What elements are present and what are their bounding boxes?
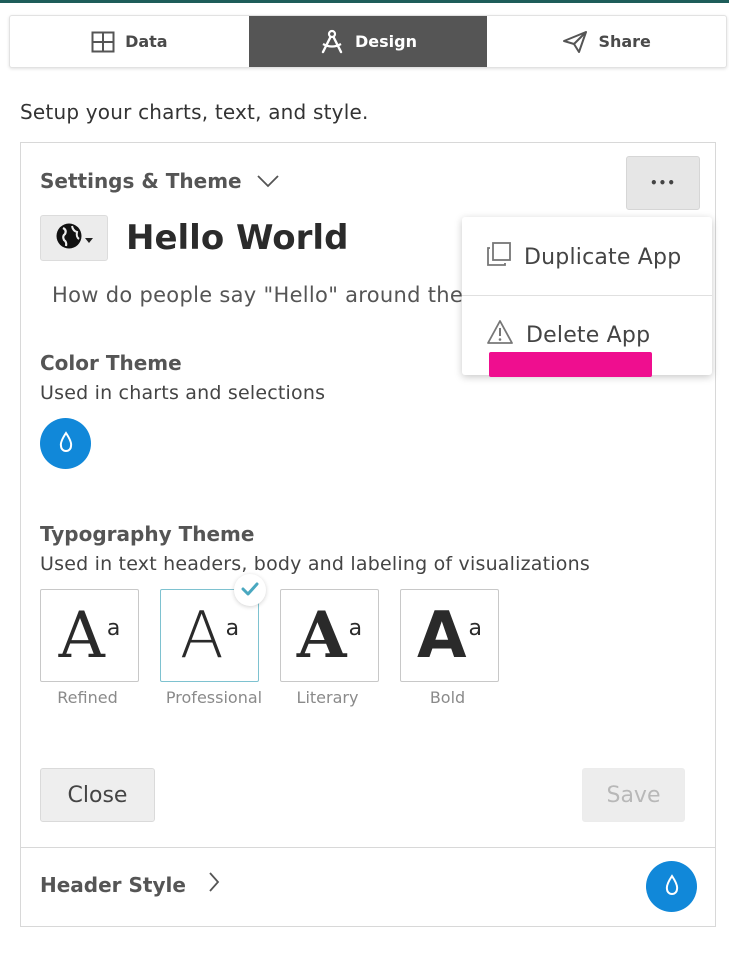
app-description[interactable]: How do people say "Hello" around the wor… bbox=[52, 283, 472, 307]
settings-title: Settings & Theme bbox=[40, 169, 242, 193]
close-button[interactable]: Close bbox=[40, 768, 155, 822]
typography-option-literary[interactable]: A a bbox=[280, 589, 379, 682]
typography-theme-subtitle: Used in text headers, body and labeling … bbox=[40, 553, 590, 575]
app-title[interactable]: Hello World bbox=[126, 218, 348, 258]
more-options-button[interactable]: ••• bbox=[626, 156, 700, 210]
glyph-small: a bbox=[468, 616, 482, 641]
tab-label: Design bbox=[355, 32, 417, 51]
color-theme-title: Color Theme bbox=[40, 351, 182, 375]
language-selector-button[interactable] bbox=[40, 215, 108, 261]
warning-icon bbox=[486, 319, 514, 351]
color-theme-subtitle: Used in charts and selections bbox=[40, 382, 326, 404]
more-icon: ••• bbox=[649, 176, 676, 190]
menu-item-label: Delete App bbox=[526, 322, 651, 348]
menu-item-label: Duplicate App bbox=[524, 244, 682, 270]
typography-label: Refined bbox=[57, 688, 118, 707]
tab-bar: Data Design Share bbox=[9, 15, 727, 68]
glyph-big: A bbox=[416, 598, 467, 673]
typography-theme-title: Typography Theme bbox=[40, 522, 255, 546]
color-theme-swatch[interactable] bbox=[40, 418, 91, 469]
droplet-icon bbox=[664, 873, 680, 900]
selected-check-badge bbox=[234, 574, 266, 606]
tab-label: Share bbox=[598, 32, 651, 51]
glyph-small: a bbox=[106, 616, 121, 641]
tab-design[interactable]: Design bbox=[248, 16, 488, 67]
top-accent-line bbox=[0, 0, 729, 3]
glyph-big: A bbox=[179, 598, 224, 673]
intro-text: Setup your charts, text, and style. bbox=[20, 100, 369, 124]
drafting-compass-icon bbox=[319, 29, 345, 55]
grid-icon bbox=[91, 31, 115, 53]
glyph-big: A bbox=[296, 597, 347, 673]
paper-plane-icon bbox=[562, 30, 588, 54]
droplet-icon bbox=[58, 430, 74, 457]
typography-label: Literary bbox=[296, 688, 359, 707]
typography-label: Professional bbox=[165, 688, 263, 707]
chevron-right-icon bbox=[208, 871, 220, 898]
section-divider bbox=[21, 847, 715, 848]
glyph-big: A bbox=[58, 598, 105, 673]
menu-separator bbox=[462, 295, 712, 296]
typography-label: Bold bbox=[429, 688, 466, 707]
check-icon bbox=[241, 581, 259, 600]
save-button[interactable]: Save bbox=[582, 768, 685, 822]
header-style-toggle[interactable]: Header Style bbox=[40, 871, 220, 898]
menu-item-duplicate-app[interactable]: Duplicate App bbox=[462, 219, 712, 295]
glyph-small: a bbox=[348, 616, 363, 641]
header-style-title: Header Style bbox=[40, 872, 186, 897]
globe-icon bbox=[55, 222, 83, 254]
settings-theme-toggle[interactable]: Settings & Theme bbox=[40, 169, 280, 193]
caret-down-icon bbox=[85, 229, 93, 248]
header-style-color-swatch[interactable] bbox=[646, 861, 697, 912]
typography-option-bold[interactable]: A a bbox=[400, 589, 499, 682]
duplicate-icon bbox=[486, 241, 512, 273]
tab-label: Data bbox=[125, 32, 168, 51]
typography-option-refined[interactable]: A a bbox=[40, 589, 139, 682]
tab-share[interactable]: Share bbox=[487, 16, 726, 67]
glyph-small: a bbox=[225, 616, 240, 641]
highlight-annotation-mark bbox=[489, 352, 652, 377]
tab-data[interactable]: Data bbox=[10, 16, 249, 67]
chevron-down-icon bbox=[256, 169, 280, 193]
